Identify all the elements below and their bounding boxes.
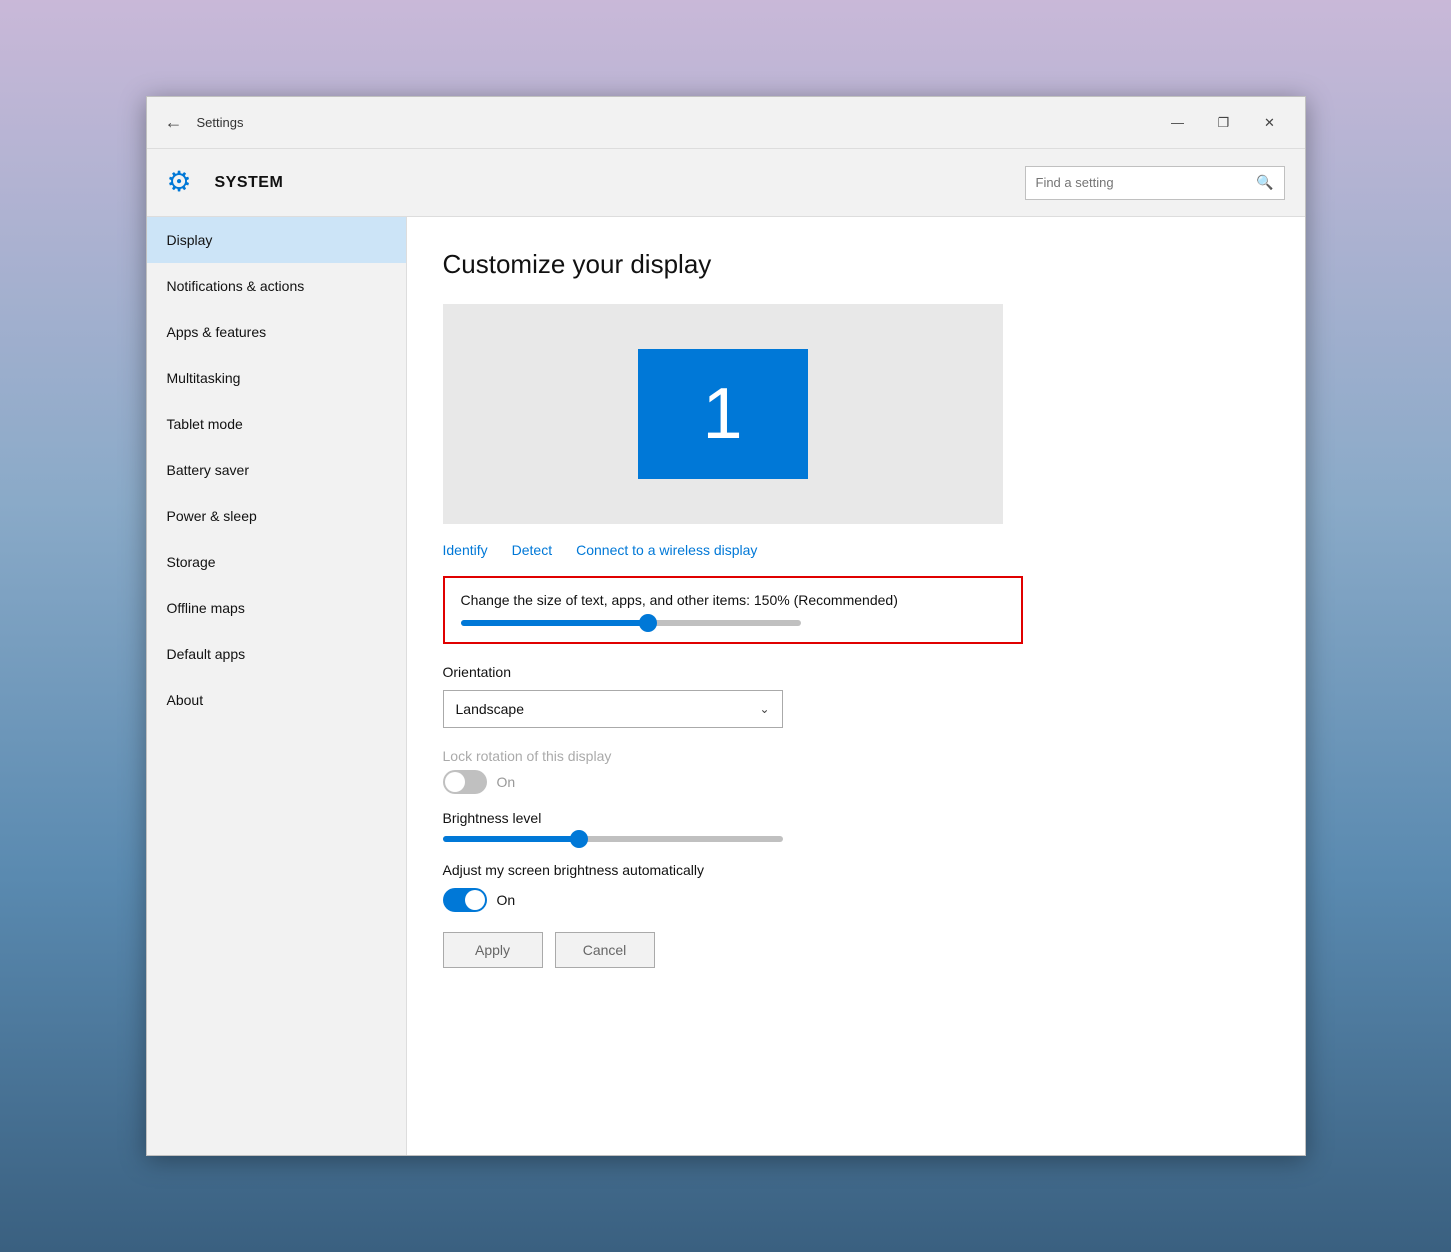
apply-button[interactable]: Apply bbox=[443, 932, 543, 968]
brightness-slider-fill bbox=[443, 836, 579, 842]
minimize-button[interactable]: — bbox=[1155, 107, 1201, 139]
sidebar-item-about[interactable]: About bbox=[147, 677, 406, 723]
sidebar-item-storage[interactable]: Storage bbox=[147, 539, 406, 585]
sidebar-item-multitasking[interactable]: Multitasking bbox=[147, 355, 406, 401]
connect-wireless-link[interactable]: Connect to a wireless display bbox=[576, 542, 757, 558]
orientation-dropdown[interactable]: Landscape ⌄ bbox=[443, 690, 783, 728]
sidebar-item-tablet[interactable]: Tablet mode bbox=[147, 401, 406, 447]
auto-brightness-title: Adjust my screen brightness automaticall… bbox=[443, 862, 1023, 878]
header-bar: ⚙ SYSTEM 🔍 bbox=[147, 149, 1305, 217]
lock-toggle-knob bbox=[445, 772, 465, 792]
sidebar-item-default-apps[interactable]: Default apps bbox=[147, 631, 406, 677]
orientation-section: Orientation Landscape ⌄ bbox=[443, 664, 1023, 728]
system-title: SYSTEM bbox=[215, 174, 284, 192]
monitor-box: 1 bbox=[638, 349, 808, 479]
identify-link[interactable]: Identify bbox=[443, 542, 488, 558]
lock-toggle-label: On bbox=[497, 774, 516, 790]
scale-slider-fill bbox=[461, 620, 648, 626]
chevron-down-icon: ⌄ bbox=[759, 702, 769, 716]
search-icon: 🔍 bbox=[1256, 174, 1273, 191]
scale-slider-thumb[interactable] bbox=[639, 614, 657, 632]
sidebar-item-offline-maps[interactable]: Offline maps bbox=[147, 585, 406, 631]
auto-brightness-toggle-row: On bbox=[443, 888, 1023, 912]
auto-brightness-toggle-label: On bbox=[497, 892, 516, 908]
sidebar: Display Notifications & actions Apps & f… bbox=[147, 217, 407, 1155]
auto-brightness-section: Adjust my screen brightness automaticall… bbox=[443, 862, 1023, 912]
sidebar-item-battery[interactable]: Battery saver bbox=[147, 447, 406, 493]
lock-toggle-row: On bbox=[443, 770, 1023, 794]
orientation-value: Landscape bbox=[456, 701, 525, 717]
sidebar-item-display[interactable]: Display bbox=[147, 217, 406, 263]
maximize-button[interactable]: ❐ bbox=[1201, 107, 1247, 139]
monitor-number: 1 bbox=[702, 373, 742, 455]
back-button[interactable]: ← bbox=[159, 108, 189, 138]
brightness-slider-track[interactable] bbox=[443, 836, 783, 842]
main-panel: Customize your display 1 Identify Detect… bbox=[407, 217, 1305, 1155]
brightness-title: Brightness level bbox=[443, 810, 1023, 826]
action-buttons: Apply Cancel bbox=[443, 932, 1269, 968]
sidebar-item-apps[interactable]: Apps & features bbox=[147, 309, 406, 355]
page-title: Customize your display bbox=[443, 249, 1269, 280]
cancel-button[interactable]: Cancel bbox=[555, 932, 655, 968]
lock-rotation-toggle[interactable] bbox=[443, 770, 487, 794]
content-area: Display Notifications & actions Apps & f… bbox=[147, 217, 1305, 1155]
lock-rotation-section: Lock rotation of this display On bbox=[443, 748, 1023, 794]
auto-brightness-toggle-knob bbox=[465, 890, 485, 910]
scale-slider-track[interactable] bbox=[461, 620, 801, 626]
system-icon: ⚙ bbox=[167, 165, 203, 201]
display-links: Identify Detect Connect to a wireless di… bbox=[443, 542, 1269, 558]
display-preview: 1 bbox=[443, 304, 1003, 524]
brightness-section: Brightness level bbox=[443, 810, 1023, 842]
settings-window: ← Settings — ❐ ✕ ⚙ SYSTEM 🔍 Display Noti… bbox=[146, 96, 1306, 1156]
sidebar-item-notifications[interactable]: Notifications & actions bbox=[147, 263, 406, 309]
brightness-slider-thumb[interactable] bbox=[570, 830, 588, 848]
close-button[interactable]: ✕ bbox=[1247, 107, 1293, 139]
auto-brightness-toggle[interactable] bbox=[443, 888, 487, 912]
title-bar: ← Settings — ❐ ✕ bbox=[147, 97, 1305, 149]
detect-link[interactable]: Detect bbox=[512, 542, 552, 558]
sidebar-item-power[interactable]: Power & sleep bbox=[147, 493, 406, 539]
lock-rotation-title: Lock rotation of this display bbox=[443, 748, 1023, 764]
search-box[interactable]: 🔍 bbox=[1025, 166, 1285, 200]
search-input[interactable] bbox=[1036, 175, 1257, 190]
scale-section: Change the size of text, apps, and other… bbox=[443, 576, 1023, 644]
scale-label: Change the size of text, apps, and other… bbox=[461, 592, 1005, 608]
window-controls: — ❐ ✕ bbox=[1155, 107, 1293, 139]
window-title: Settings bbox=[197, 115, 244, 130]
orientation-title: Orientation bbox=[443, 664, 1023, 680]
